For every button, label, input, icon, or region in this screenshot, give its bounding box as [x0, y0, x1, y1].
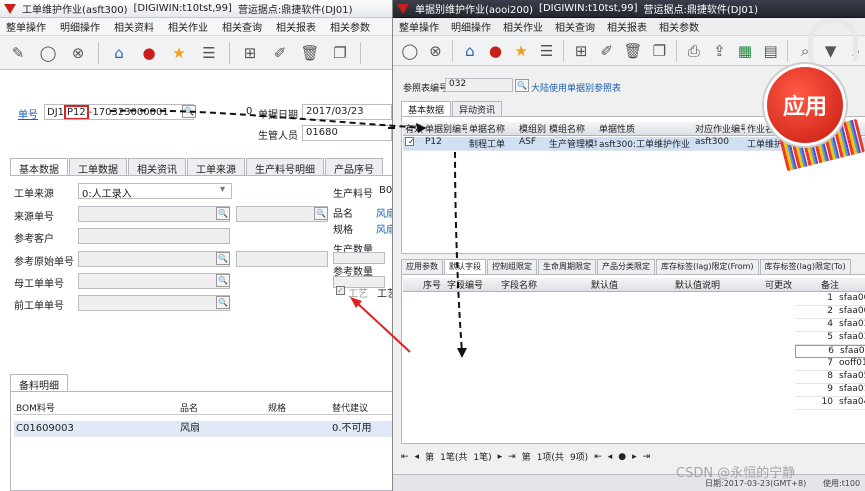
dashed-arrow-to-process-field — [454, 151, 463, 353]
arrowhead-doc-type — [416, 123, 426, 133]
watermark: CSDN @永恒的宁静 — [676, 466, 796, 481]
arrowhead-process-field — [457, 348, 467, 358]
dashed-arrow-to-doc-type — [109, 109, 427, 129]
red-arrow-to-checkbox — [355, 301, 411, 353]
application-badge: 应用 — [764, 64, 846, 146]
annotation-overlay — [109, 109, 467, 358]
tag-hook-icon — [808, 18, 858, 62]
